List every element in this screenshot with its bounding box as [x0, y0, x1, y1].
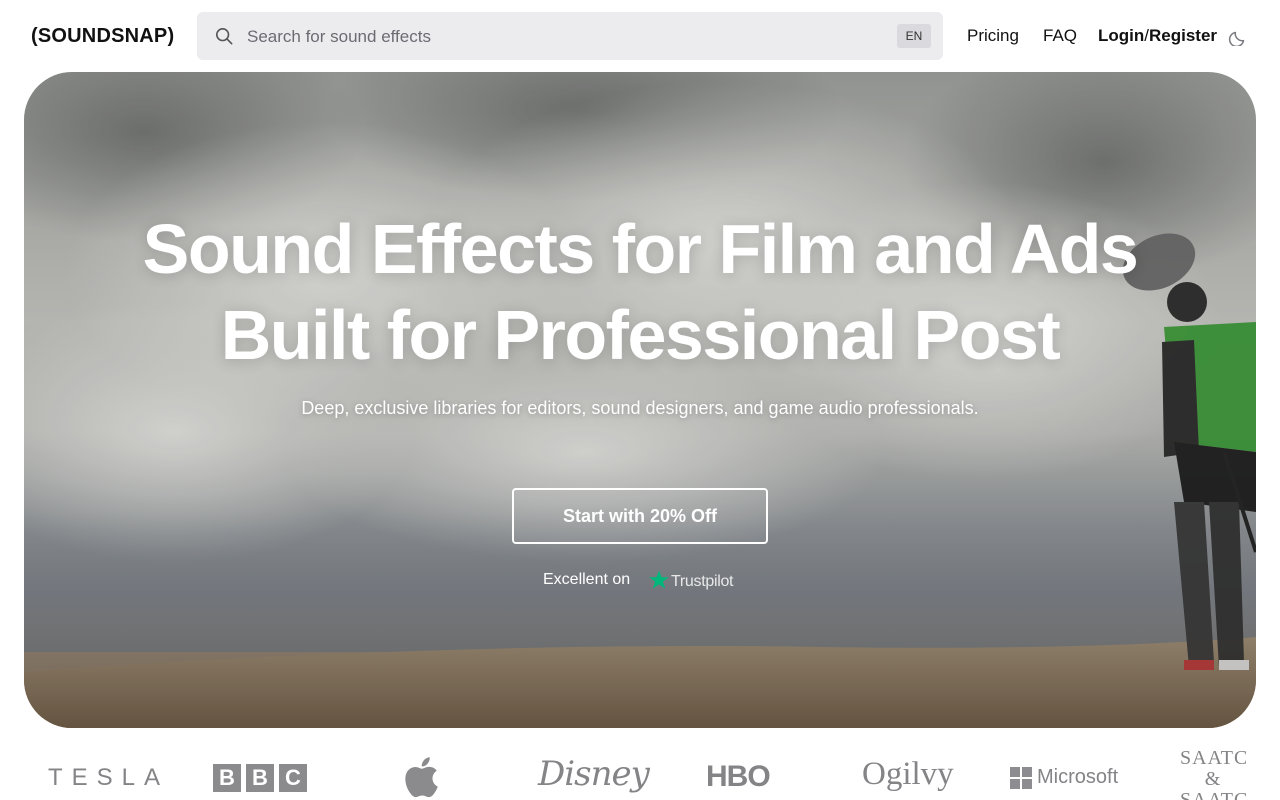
disney-logo: Disney — [538, 754, 650, 794]
search-icon — [215, 27, 233, 45]
hero-subtitle: Deep, exclusive libraries for editors, s… — [301, 398, 979, 418]
bbc-block: B — [213, 764, 241, 792]
site-header: (SOUNDSNAP) EN Pricing FAQ Login/Registe… — [0, 0, 1280, 72]
saatchi-line: SAATCHI — [1180, 748, 1246, 769]
hbo-logo: HBO — [706, 760, 771, 793]
search-bar[interactable]: EN — [197, 12, 943, 60]
trustpilot-name: Trustpilot — [671, 573, 734, 590]
search-input[interactable] — [245, 22, 869, 52]
soundsnap-logo[interactable]: (SOUNDSNAP) — [31, 22, 174, 50]
ogilvy-logo: Ogilvy — [862, 756, 954, 792]
auth-links: Login/Register — [1098, 24, 1217, 48]
register-link[interactable]: Register — [1149, 26, 1217, 45]
bbc-block: C — [279, 764, 307, 792]
microsoft-grid-icon — [1010, 767, 1032, 789]
nav-faq-link[interactable]: FAQ — [1043, 24, 1077, 48]
client-logos-strip: TESLA BBC Disney HBO Ogilvy Microsoft SA… — [0, 740, 1280, 800]
moon-icon[interactable] — [1228, 26, 1248, 46]
hero-heading: Sound Effects for Film and Ads Built for… — [24, 206, 1256, 378]
hero-heading-line-1: Sound Effects for Film and Ads — [142, 210, 1139, 288]
trustpilot-star-icon — [649, 570, 669, 589]
saatchi-logo: SAATCHI & SAATCHI — [1180, 748, 1246, 800]
saatchi-line: SAATCHI — [1180, 789, 1246, 800]
hero-heading-line-2: Built for Professional Post — [220, 296, 1061, 374]
bbc-block: B — [246, 764, 274, 792]
trust-label: Excellent on — [543, 571, 631, 588]
nav-pricing-link[interactable]: Pricing — [967, 24, 1019, 48]
bbc-logo: BBC — [213, 764, 312, 792]
microsoft-name: Microsoft — [1037, 766, 1119, 788]
language-badge[interactable]: EN — [897, 24, 931, 48]
start-discount-button[interactable]: Start with 20% Off — [512, 488, 768, 544]
login-link[interactable]: Login — [1098, 26, 1144, 45]
hero-section: Sound Effects for Film and Ads Built for… — [24, 72, 1256, 728]
trustpilot-logo: Trustpilot — [648, 568, 748, 594]
tesla-logo: TESLA — [48, 764, 170, 791]
saatchi-line: & — [1204, 768, 1222, 790]
apple-logo-icon — [405, 757, 438, 798]
